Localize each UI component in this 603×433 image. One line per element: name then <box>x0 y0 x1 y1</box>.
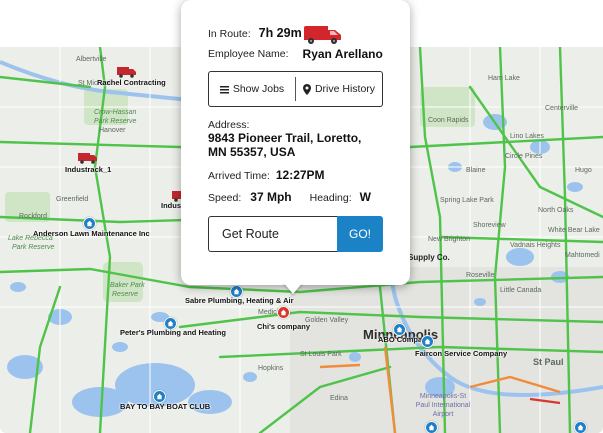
address-line-1: 9843 Pioneer Trail, Loretto, <box>208 131 362 145</box>
popup-pointer <box>283 282 303 294</box>
address-value: 9843 Pioneer Trail, Loretto, MN 55357, U… <box>208 131 388 159</box>
poi-label-sabre-plumbing: Sabre Plumbing, Heating & Air <box>185 296 294 305</box>
in-route-row: In Route: 7h 29m <box>208 26 302 40</box>
place-hugo: Hugo <box>575 167 592 174</box>
address-label: Address: <box>208 119 250 131</box>
speed-label: Speed: <box>208 192 242 204</box>
show-jobs-button[interactable]: Show Jobs <box>209 72 295 106</box>
employee-name: Ryan Arellano <box>302 47 383 61</box>
place-st-louis-park: St Louis Park <box>300 351 342 358</box>
place-supply-co: Supply Co. <box>408 253 450 262</box>
employee-label: Employee Name: <box>208 48 289 60</box>
popup-actions: Show Jobs Drive History <box>208 71 383 107</box>
place-park-reserve-2: Park Reserve <box>12 244 55 251</box>
employee-row: Employee Name: Ryan Arellano <box>208 47 383 61</box>
show-jobs-label: Show Jobs <box>232 83 285 95</box>
speed-row: Speed: 37 Mph Heading: W <box>208 190 371 204</box>
place-north-oaks: North Oaks <box>538 207 574 214</box>
in-route-label: In Route: <box>208 28 251 40</box>
truck-marker-rachel[interactable] <box>117 66 137 78</box>
poi-label-anderson-lawn: Anderson Lawn Maintenance Inc <box>33 229 150 238</box>
place-hopkins: Hopkins <box>258 365 284 372</box>
get-route-input[interactable]: Get Route <box>208 216 337 252</box>
truck-label-rachel: Rachel Contracting <box>97 78 166 87</box>
place-new-brighton: New Brighton <box>428 236 471 243</box>
drive-history-button[interactable]: Drive History <box>296 72 382 106</box>
get-route-form: Get Route GO! <box>208 216 383 252</box>
place-crow-hassan: Crow-Hassan <box>94 109 137 116</box>
place-roseville: Roseville <box>466 272 495 279</box>
in-route-value: 7h 29m <box>258 26 302 40</box>
place-centerville: Centerville <box>545 105 579 112</box>
address-line-2: MN 55357, USA <box>208 145 296 159</box>
place-msp-airport: Minneapolis-St Paul International Airpor… <box>415 393 471 418</box>
poi-label-chis-company: Chi's company <box>257 322 311 331</box>
place-blaine: Blaine <box>466 167 486 174</box>
poi-label-bay-to-bay: BAY TO BAY BOAT CLUB <box>120 402 211 411</box>
vehicle-info-popup: In Route: 7h 29m Employee Name: Ryan Are… <box>181 0 410 285</box>
list-icon <box>219 85 229 93</box>
arrived-label: Arrived Time: <box>208 170 270 182</box>
place-hanover: Hanover <box>99 127 126 134</box>
home-icon <box>421 335 434 348</box>
heading-label: Heading: <box>309 192 352 204</box>
place-lino-lakes: Lino Lakes <box>510 133 544 140</box>
home-icon <box>574 421 587 433</box>
truck-label-industrack: Industrack_1 <box>65 165 112 174</box>
place-st-paul: St Paul <box>533 357 564 367</box>
place-reserve: Reserve <box>112 291 139 298</box>
poi-faircon[interactable] <box>421 335 434 348</box>
place-spring-lake-park: Spring Lake Park <box>440 197 494 204</box>
arrived-row: Arrived Time: 12:27PM <box>208 168 325 182</box>
place-ham-lake: Ham Lake <box>488 75 520 82</box>
place-coon-rapids: Coon Rapids <box>428 117 469 124</box>
truck-icon <box>304 26 341 44</box>
poi-label-faircon: Faircon Service Company <box>415 349 508 358</box>
place-baker-park: Baker Park <box>110 282 145 289</box>
place-golden-valley: Golden Valley <box>305 317 349 324</box>
poi-label-peters-plumbing: Peter's Plumbing and Heating <box>120 328 226 337</box>
home-icon <box>425 421 438 433</box>
place-park-reserve: Park Reserve <box>94 118 137 125</box>
truck-label-indus: Indus <box>161 201 181 210</box>
place-edina: Edina <box>330 395 348 402</box>
go-button[interactable]: GO! <box>337 216 383 252</box>
poi-chis-company[interactable] <box>277 306 290 319</box>
speed-value: 37 Mph <box>250 190 292 204</box>
place-circle-pines: Circle Pines <box>505 153 543 160</box>
home-icon <box>277 306 290 319</box>
place-white-bear-lake: White Bear Lake <box>548 227 600 234</box>
location-pin-icon <box>302 83 311 95</box>
arrived-value: 12:27PM <box>275 168 325 182</box>
truck-marker-industrack[interactable] <box>78 152 98 164</box>
drive-history-label: Drive History <box>314 83 376 95</box>
place-rockford: Rockford <box>19 213 48 220</box>
poi-bottom-left[interactable] <box>425 421 438 433</box>
poi-bottom-right[interactable] <box>574 421 587 433</box>
place-greenfield: Greenfield <box>56 196 89 203</box>
place-vadnais-heights: Vadnais Heights <box>510 242 561 249</box>
place-albertville: Albertville <box>76 56 107 63</box>
heading-value: W <box>359 190 371 204</box>
place-little-canada: Little Canada <box>500 287 542 294</box>
place-shoreview: Shoreview <box>473 222 506 229</box>
place-mahtomedi: Mahtomedi <box>565 252 600 259</box>
